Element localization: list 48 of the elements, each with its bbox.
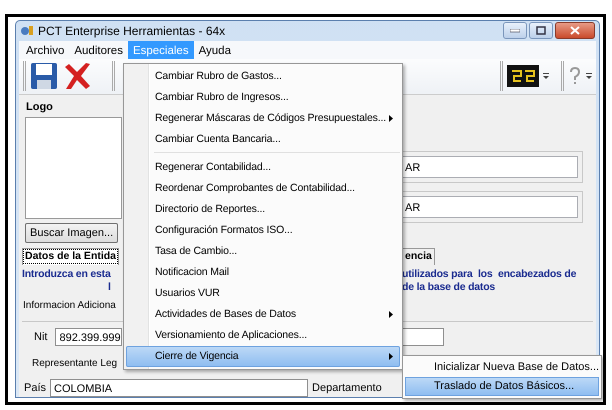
intro-text: Introduzca en esta xyxy=(22,268,111,281)
dropdown-icon[interactable] xyxy=(586,72,592,80)
save-icon[interactable] xyxy=(30,62,58,90)
menu-option[interactable]: Regenerar Contabilidad... xyxy=(126,157,400,178)
dropdown-icon[interactable] xyxy=(543,72,549,80)
maximize-icon xyxy=(536,26,546,36)
legal-representative-label: Representante Leg xyxy=(32,357,118,371)
country-label: País xyxy=(24,380,46,396)
menu-option[interactable]: Notificacion Mail xyxy=(126,262,400,283)
menu-option[interactable]: Actividades de Bases de Datos xyxy=(126,304,400,325)
tab-label[interactable]: Informacion Adiciona xyxy=(22,298,116,313)
close-icon xyxy=(570,26,580,36)
logo-icon[interactable] xyxy=(507,65,539,88)
tab[interactable]: Datos de la Entida xyxy=(22,248,120,265)
maximize-button[interactable] xyxy=(529,22,553,40)
menu-option[interactable]: Regenerar Máscaras de Códigos Presupuestales... xyxy=(126,108,400,129)
text-field[interactable]: AR xyxy=(402,196,578,218)
menu-item[interactable]: Ayuda xyxy=(194,40,236,59)
menu-item[interactable]: Auditores xyxy=(69,40,128,59)
minimize-icon xyxy=(510,28,520,33)
menu-option[interactable]: Inicializar Nueva Base de Datos... xyxy=(405,358,599,377)
intro-text: de la base de datos xyxy=(402,281,496,294)
app-icon xyxy=(20,24,34,38)
menu-option[interactable]: Cambiar Rubro de Ingresos... xyxy=(126,87,400,108)
search-image-button[interactable]: Buscar Imagen... xyxy=(25,222,118,243)
menu-option[interactable]: Directorio de Reportes... xyxy=(126,199,400,220)
country-field[interactable]: COLOMBIA xyxy=(50,379,308,397)
menu-option[interactable]: Traslado de Datos Básicos... xyxy=(405,377,599,396)
text-field[interactable] xyxy=(402,328,444,346)
menu-option[interactable]: Tasa de Cambio... xyxy=(126,241,400,262)
menu-option[interactable]: Versionamiento de Aplicaciones... xyxy=(126,325,400,346)
nit-label: Nit xyxy=(34,330,48,345)
minimize-button[interactable] xyxy=(503,22,527,40)
menu-option[interactable]: Configuración Formatos ISO... xyxy=(126,220,400,241)
tab[interactable]: encia xyxy=(402,248,435,265)
text-field[interactable]: AR xyxy=(402,156,578,178)
intro-text: utilizados para los encabezados de xyxy=(402,268,578,281)
department-label: Departamento xyxy=(312,380,382,396)
menu-option[interactable]: Reordenar Comprobantes de Contabilidad... xyxy=(126,178,400,199)
close-button[interactable] xyxy=(555,22,595,40)
menu-option[interactable]: Cambiar Cuenta Bancaria... xyxy=(126,129,400,150)
window-title: PCT Enterprise Herramientas - 64x xyxy=(38,22,226,40)
nit-field[interactable]: 892.399.999 xyxy=(55,328,122,346)
menu-option[interactable]: Usuarios VUR xyxy=(126,283,400,304)
intro-text: l xyxy=(108,281,111,294)
menu-option[interactable]: Cierre de Vigencia xyxy=(126,346,400,367)
logo-label: Logo xyxy=(25,100,54,115)
menu-item[interactable]: Archivo xyxy=(21,40,70,59)
